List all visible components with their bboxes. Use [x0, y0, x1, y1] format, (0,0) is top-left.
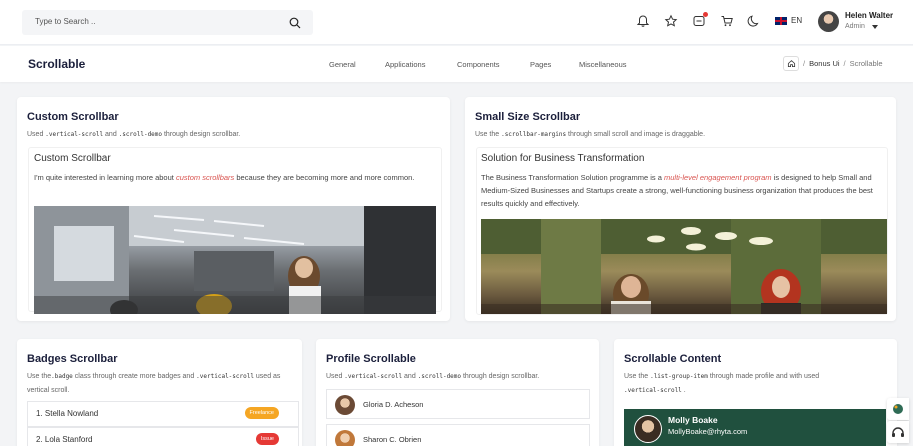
avatar: [335, 395, 355, 415]
nav-components[interactable]: Components: [457, 60, 500, 69]
meeting-photo: [481, 219, 887, 314]
inner-title: Custom Scrollbar: [34, 153, 111, 164]
home-icon[interactable]: [783, 56, 799, 71]
search-input[interactable]: Type to Search ..: [35, 17, 95, 26]
card-title: Scrollable Content: [624, 353, 722, 365]
user-name[interactable]: Helen Walter: [845, 11, 893, 20]
breadcrumb-separator: /: [843, 59, 846, 68]
breadcrumb-separator: /: [803, 59, 806, 68]
card-title: Small Size Scrollbar: [475, 111, 581, 123]
list-item[interactable]: 2. Lola Stanford Issue: [27, 427, 299, 446]
avatar: [335, 430, 355, 446]
bell-icon[interactable]: [636, 14, 650, 28]
badge-issue: Issue: [255, 433, 279, 445]
person-email: MollyBoake@rhyta.com: [668, 427, 748, 436]
nav-miscellaneous[interactable]: Miscellaneous: [579, 60, 627, 69]
card-description: Use the.badge class through create more …: [27, 373, 281, 394]
card-title: Badges Scrollbar: [27, 353, 118, 365]
profile-scrollable-card: Profile Scrollable Used .vertical-scroll…: [316, 339, 599, 446]
cart-icon[interactable]: [720, 14, 734, 28]
search-bar[interactable]: Type to Search ..: [22, 10, 313, 35]
scrollable-content-card: Scrollable Content Use the .list-group-i…: [614, 339, 897, 446]
language-selector[interactable]: EN: [775, 16, 802, 25]
notification-dot: [703, 12, 708, 17]
breadcrumb: / Bonus Ui / Scrollable: [783, 56, 883, 71]
card-description: Used .vertical-scroll and .scroll-demo t…: [27, 131, 241, 138]
avatar[interactable]: [818, 11, 839, 32]
moon-icon[interactable]: [747, 14, 761, 28]
chevron-down-icon[interactable]: [872, 25, 878, 29]
headset-icon: [892, 427, 904, 437]
uk-flag-icon: [775, 16, 787, 25]
breadcrumb-bonus-ui[interactable]: Bonus Ui: [809, 59, 839, 68]
card-description: Used .vertical-scroll and .scroll-demo t…: [326, 373, 540, 380]
breadcrumb-current: Scrollable: [849, 59, 883, 68]
card-description: Use the .scrollbar-margins through small…: [475, 131, 706, 138]
scroll-area[interactable]: Solution for Business Transformation The…: [476, 147, 888, 315]
search-icon[interactable]: [289, 16, 301, 29]
nav-general[interactable]: General: [329, 60, 356, 69]
support-button[interactable]: [887, 421, 909, 443]
nav-pages[interactable]: Pages: [530, 60, 551, 69]
list-item-label: 1. Stella Nowland: [36, 409, 99, 418]
inner-title: Solution for Business Transformation: [481, 153, 645, 164]
profile-list-item[interactable]: Gloria D. Acheson: [326, 389, 590, 419]
custom-scrollbar-card: Custom Scrollbar Used .vertical-scroll a…: [17, 97, 450, 321]
message-icon[interactable]: [692, 12, 708, 28]
profile-list-item[interactable]: Sharon C. Obrien: [326, 424, 590, 446]
star-icon[interactable]: [664, 14, 678, 28]
profile-name: Sharon C. Obrien: [363, 435, 422, 444]
avatar: [634, 415, 662, 443]
page-title: Scrollable: [28, 57, 86, 71]
language-label: EN: [791, 16, 803, 25]
palette-icon: [893, 404, 903, 414]
small-scrollbar-card: Small Size Scrollbar Use the .scrollbar-…: [465, 97, 896, 321]
top-header: Type to Search .. EN Helen Walter Admin: [0, 0, 913, 45]
inner-text: I'm quite interested in learning more ab…: [34, 173, 415, 182]
nav-applications[interactable]: Applications: [385, 60, 425, 69]
person-name: Molly Boake: [668, 415, 718, 425]
list-item[interactable]: 1. Stella Nowland Freelance: [27, 401, 299, 427]
profile-name: Gloria D. Acheson: [363, 400, 424, 409]
badges-scrollbar-card: Badges Scrollbar Use the.badge class thr…: [17, 339, 302, 446]
sub-navigation: Scrollable General Applications Componen…: [0, 46, 913, 82]
card-title: Custom Scrollbar: [27, 111, 119, 123]
inner-text: The Business Transformation Solution pro…: [481, 173, 873, 208]
card-description: Use the .list-group-item through made pr…: [624, 373, 820, 394]
profile-highlight[interactable]: Molly Boake MollyBoake@rhyta.com: [624, 409, 886, 446]
list-item-label: 2. Lola Stanford: [36, 435, 93, 444]
scroll-area[interactable]: Custom Scrollbar I'm quite interested in…: [28, 147, 442, 314]
badge-freelance: Freelance: [244, 407, 279, 419]
customizer-button[interactable]: [887, 398, 909, 420]
card-title: Profile Scrollable: [326, 353, 416, 365]
office-photo: [34, 206, 436, 314]
user-role: Admin: [845, 23, 865, 30]
